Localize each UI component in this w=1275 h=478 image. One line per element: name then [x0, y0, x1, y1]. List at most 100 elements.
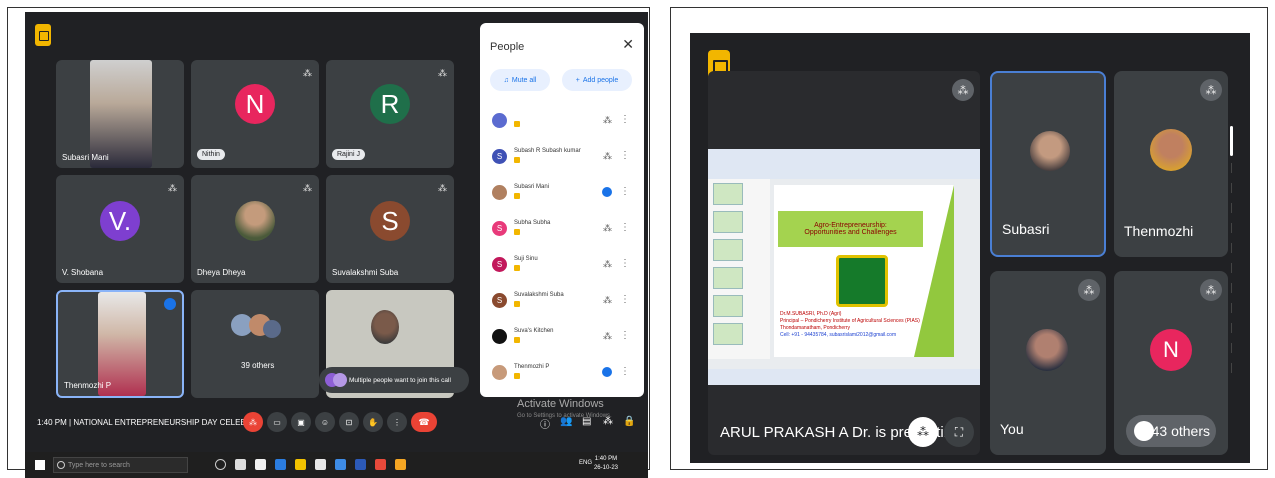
- meet-badge-icon: [514, 265, 520, 271]
- add-people-button[interactable]: + Add people: [562, 69, 632, 91]
- participant-tile[interactable]: ⁂ N Nithin: [191, 60, 319, 168]
- more-vert-icon[interactable]: ⋮: [620, 294, 630, 305]
- people-list-item[interactable]: Suva's Kitchen ⁂ ⋮: [488, 325, 638, 349]
- powerpoint-icon[interactable]: [395, 459, 406, 470]
- meet-badge-icon: [514, 337, 520, 343]
- store-icon[interactable]: [255, 459, 266, 470]
- people-list-item[interactable]: S Suji Sinu ⁂ ⋮: [488, 253, 638, 277]
- word-icon[interactable]: [355, 459, 366, 470]
- more-vert-icon[interactable]: ⋮: [620, 330, 630, 341]
- app-icon[interactable]: [335, 459, 346, 470]
- raise-hand-button[interactable]: ✋: [363, 412, 383, 432]
- mute-all-button[interactable]: ♫ Mute all: [490, 69, 550, 91]
- mic-off-icon[interactable]: ⁂: [603, 295, 612, 306]
- mic-off-icon[interactable]: ⁂: [603, 259, 612, 270]
- present-button[interactable]: ⊡: [339, 412, 359, 432]
- powerpoint-status-bar: [708, 369, 980, 385]
- close-icon[interactable]: ✕: [622, 36, 634, 53]
- mic-off-icon[interactable]: ⁂: [603, 151, 612, 162]
- participant-tile[interactable]: ⁂ N 43 others: [1114, 271, 1228, 455]
- participant-tile[interactable]: Subasri Mani: [56, 60, 184, 168]
- hand-icon: ✋: [368, 417, 378, 427]
- meet-badge-icon: [514, 373, 520, 379]
- cortana-icon[interactable]: [215, 459, 226, 470]
- more-vert-icon[interactable]: ⋮: [620, 150, 630, 161]
- participant-tile[interactable]: 39 others: [191, 290, 319, 398]
- person-name: Suvalakshmi Suba: [514, 292, 564, 298]
- people-list-item[interactable]: Thenmozhi P ⋮: [488, 361, 638, 385]
- captions-button[interactable]: ▣: [291, 412, 311, 432]
- avatar: [492, 365, 507, 380]
- join-request-notice[interactable]: Multiple people want to join this call: [319, 367, 469, 393]
- slide-thumbnail: [713, 183, 743, 205]
- people-list-item[interactable]: ⁂ ⋮: [488, 109, 638, 133]
- add-person-icon: +: [575, 76, 580, 84]
- emoji-button[interactable]: ☺: [315, 412, 335, 432]
- meet-badge-icon: [514, 157, 520, 163]
- camera-toggle-button[interactable]: ▭: [267, 412, 287, 432]
- mic-active-icon[interactable]: [602, 367, 612, 377]
- people-panel: People ✕ ♫ Mute all + Add people ⁂ ⋮ S Subash…: [480, 23, 644, 397]
- tiles-scroll-track: [1231, 163, 1232, 383]
- mic-off-icon[interactable]: ⁂: [603, 223, 612, 234]
- task-view-icon[interactable]: [235, 459, 246, 470]
- participant-tile[interactable]: ⁂ Dheya Dheya: [191, 175, 319, 283]
- chrome-icon[interactable]: [375, 459, 386, 470]
- participant-tile[interactable]: ⁂ V. V. Shobana: [56, 175, 184, 283]
- taskbar-clock[interactable]: 1:40 PM 26-10-23: [594, 455, 618, 473]
- participant-avatar: N: [1150, 329, 1192, 371]
- participant-tile[interactable]: ⁂ You: [990, 271, 1106, 455]
- mic-active-icon[interactable]: [602, 187, 612, 197]
- windows-start-icon[interactable]: [35, 460, 45, 470]
- mic-off-icon[interactable]: ⁂: [603, 115, 612, 126]
- avatar: S: [492, 149, 507, 164]
- lock-icon[interactable]: 🔒: [623, 416, 635, 427]
- phone-hangup-icon: ☎: [418, 416, 430, 427]
- participant-name: Suvalakshmi Suba: [332, 268, 399, 277]
- participant-tile[interactable]: ⁂ R Rajini J: [326, 60, 454, 168]
- taskbar-search-input[interactable]: Type here to search: [53, 457, 188, 473]
- meet-badge-icon: [514, 301, 520, 307]
- participant-tile[interactable]: ⁂ S Suvalakshmi Suba: [326, 175, 454, 283]
- participant-tile-active[interactable]: Subasri: [990, 71, 1106, 257]
- others-count-chip[interactable]: 43 others: [1126, 415, 1216, 447]
- participant-photo: [235, 201, 275, 241]
- people-list-item[interactable]: S Subash R Subash kumar ⁂ ⋮: [488, 145, 638, 169]
- participant-avatar: N: [235, 84, 275, 124]
- fullscreen-button[interactable]: ⛶: [944, 417, 974, 447]
- presenter-mic-button[interactable]: ⁂: [908, 417, 938, 447]
- people-list-item[interactable]: S Suvalakshmi Suba ⁂ ⋮: [488, 289, 638, 313]
- participant-name: Thenmozhi P: [64, 381, 112, 390]
- more-vert-icon[interactable]: ⋮: [620, 114, 630, 125]
- mic-off-icon: ⁂: [249, 417, 257, 427]
- participant-tile[interactable]: ⁂ Thenmozhi: [1114, 71, 1228, 257]
- person-name: Thenmozhi P: [514, 364, 550, 370]
- meeting-info: 1:40 PM | NATIONAL ENTREPRENEURSHIP DAY …: [37, 418, 253, 427]
- presentation-tile[interactable]: ⁂ Agro-Entrepreneurship: Opportunities a…: [708, 71, 980, 455]
- more-options-button[interactable]: ⋮: [387, 412, 407, 432]
- left-meet-window: Subasri Mani ⁂ N Nithin ⁂ R Rajini J ⁂ V…: [25, 12, 648, 478]
- people-list-item[interactable]: S Subha Subha ⁂ ⋮: [488, 217, 638, 241]
- mic-off-icon[interactable]: ⁂: [603, 331, 612, 342]
- participant-tile-active[interactable]: Thenmozhi P: [56, 290, 184, 398]
- edge-icon[interactable]: [275, 459, 286, 470]
- people-list-item[interactable]: Subasri Mani ⋮: [488, 181, 638, 205]
- mail-icon[interactable]: [315, 459, 326, 470]
- fullscreen-icon: ⛶: [954, 424, 964, 439]
- language-indicator[interactable]: ENG: [579, 460, 592, 466]
- more-vert-icon: ⋮: [393, 417, 401, 427]
- tiles-scrollbar[interactable]: [1230, 126, 1233, 156]
- end-call-button[interactable]: ☎: [411, 412, 437, 432]
- people-panel-title: People: [490, 41, 525, 53]
- more-vert-icon[interactable]: ⋮: [620, 222, 630, 233]
- mic-off-icon: ⁂: [917, 425, 929, 439]
- participant-avatar: V.: [100, 201, 140, 241]
- more-vert-icon[interactable]: ⋮: [620, 366, 630, 377]
- mic-toggle-button[interactable]: ⁂: [243, 412, 263, 432]
- more-vert-icon[interactable]: ⋮: [620, 186, 630, 197]
- more-vert-icon[interactable]: ⋮: [620, 258, 630, 269]
- file-explorer-icon[interactable]: [295, 459, 306, 470]
- speaking-icon: [164, 298, 176, 310]
- participant-name: Thenmozhi: [1124, 223, 1194, 239]
- slide-title: Agro-Entrepreneurship: Opportunities and…: [778, 211, 923, 247]
